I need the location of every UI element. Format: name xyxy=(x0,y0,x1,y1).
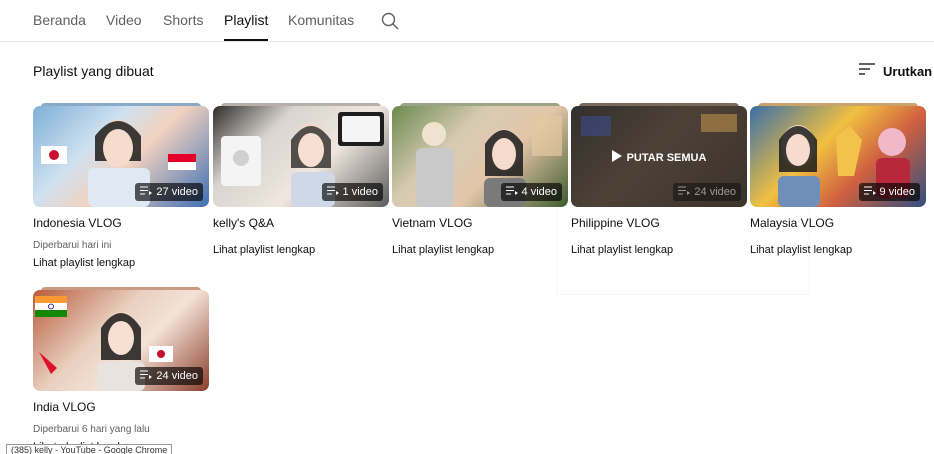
video-count-badge: 9 video xyxy=(858,183,920,201)
search-icon[interactable] xyxy=(380,11,400,31)
playlist-card[interactable]: PUTAR SEMUA 24 video Philippine VLOG Lih… xyxy=(571,103,747,256)
video-count-badge: 1 video xyxy=(321,183,383,201)
playlist-title[interactable]: Philippine VLOG xyxy=(571,216,747,230)
active-tab-indicator xyxy=(224,39,268,41)
playlist-icon xyxy=(140,370,153,382)
playlist-icon xyxy=(505,186,518,198)
playlist-card[interactable]: 9 video Malaysia VLOG Lihat playlist len… xyxy=(750,103,926,256)
sort-button[interactable]: Urutkan xyxy=(858,61,932,81)
video-count-badge: 27 video xyxy=(135,183,203,201)
tab-video[interactable]: Video xyxy=(106,12,142,28)
channel-tabs: Beranda Video Shorts Playlist Komunitas xyxy=(0,0,934,42)
section-title: Playlist yang dibuat xyxy=(33,63,154,79)
playlist-thumbnail[interactable]: 9 video xyxy=(750,103,926,207)
view-full-playlist-link[interactable]: Lihat playlist lengkap xyxy=(750,244,926,256)
view-full-playlist-link[interactable]: Lihat playlist lengkap xyxy=(33,257,209,269)
playlist-thumbnail[interactable]: 1 video xyxy=(213,103,389,207)
play-all-overlay[interactable]: PUTAR SEMUA xyxy=(571,150,747,165)
playlist-updated: Diperbarui hari ini xyxy=(33,240,112,251)
playlist-title[interactable]: Malaysia VLOG xyxy=(750,216,926,230)
playlist-thumbnail[interactable]: 27 video xyxy=(33,103,209,207)
tooltip-text: (385) kelly - YouTube - Google Chrome xyxy=(6,444,173,454)
video-count-badge: 24 video xyxy=(673,183,741,201)
view-full-playlist-link[interactable]: Lihat playlist lengkap xyxy=(571,244,747,256)
playlist-card[interactable]: 24 video India VLOG Diperbarui 6 hari ya… xyxy=(33,287,209,453)
playlist-icon xyxy=(863,186,876,198)
sort-icon xyxy=(858,62,876,81)
playlist-icon xyxy=(140,186,153,198)
playlist-icon xyxy=(326,186,339,198)
tab-shorts[interactable]: Shorts xyxy=(163,12,203,28)
playlist-title[interactable]: Indonesia VLOG xyxy=(33,216,209,230)
playlist-card[interactable]: 4 video Vietnam VLOG Lihat playlist leng… xyxy=(392,103,568,256)
taskbar-tooltip: (385) kelly - YouTube - Google Chrome xyxy=(6,444,173,454)
view-full-playlist-link[interactable]: Lihat playlist lengkap xyxy=(392,244,568,256)
video-count-badge: 24 video xyxy=(135,367,203,385)
playlist-thumbnail[interactable]: 24 video xyxy=(33,287,209,391)
tab-komunitas[interactable]: Komunitas xyxy=(288,12,354,28)
video-count-badge: 4 video xyxy=(500,183,562,201)
playlist-title[interactable]: India VLOG xyxy=(33,400,209,414)
playlist-updated: Diperbarui 6 hari yang lalu xyxy=(33,424,150,435)
view-full-playlist-link[interactable]: Lihat playlist lengkap xyxy=(213,244,389,256)
playlist-icon xyxy=(678,186,691,198)
playlist-title[interactable]: kelly's Q&A xyxy=(213,216,389,230)
tab-beranda[interactable]: Beranda xyxy=(33,12,86,28)
playlist-thumbnail[interactable]: PUTAR SEMUA 24 video xyxy=(571,103,747,207)
playlist-title[interactable]: Vietnam VLOG xyxy=(392,216,568,230)
playlist-card[interactable]: 27 video Indonesia VLOG Diperbarui hari … xyxy=(33,103,209,269)
tab-playlist[interactable]: Playlist xyxy=(224,12,268,28)
sort-label: Urutkan xyxy=(883,63,933,79)
playlist-card[interactable]: 1 video kelly's Q&A Lihat playlist lengk… xyxy=(213,103,389,256)
play-icon xyxy=(611,150,622,165)
playlist-thumbnail[interactable]: 4 video xyxy=(392,103,568,207)
